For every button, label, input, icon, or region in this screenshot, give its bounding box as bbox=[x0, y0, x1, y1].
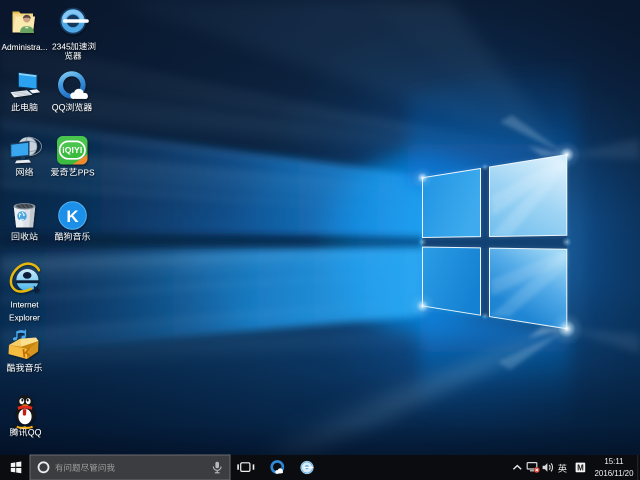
svg-text:15:11: 15:11 bbox=[604, 457, 623, 466]
svg-text:Explorer: Explorer bbox=[9, 313, 40, 323]
svg-text:QQ: QQ bbox=[52, 103, 66, 113]
svg-text:PPS: PPS bbox=[78, 167, 95, 177]
svg-text:Internet: Internet bbox=[10, 300, 39, 310]
svg-text:M: M bbox=[577, 463, 584, 472]
svg-text:2345: 2345 bbox=[52, 41, 71, 51]
svg-text:iQIYI: iQIYI bbox=[62, 145, 82, 155]
svg-text:Administra...: Administra... bbox=[1, 42, 47, 52]
svg-text:2016/11/20: 2016/11/20 bbox=[595, 469, 635, 478]
svg-text:K: K bbox=[66, 207, 79, 226]
svg-text:QQ: QQ bbox=[28, 428, 42, 438]
